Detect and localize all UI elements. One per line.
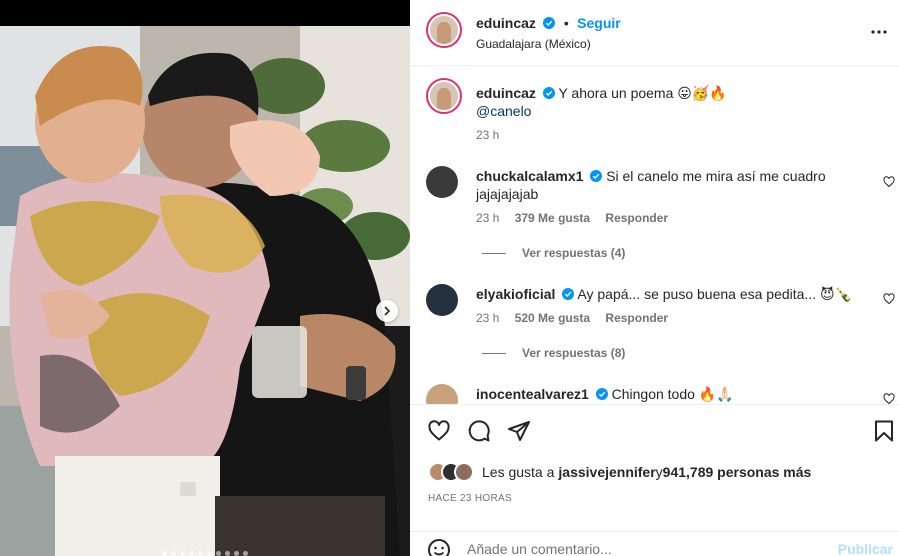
- replies-divider: [482, 252, 506, 254]
- reply-button[interactable]: Responder: [605, 211, 668, 225]
- post-timestamp[interactable]: HACE 23 HORAS: [428, 493, 512, 504]
- reply-button[interactable]: Responder: [605, 311, 668, 325]
- comments-list[interactable]: eduincaz Y ahora un poema 😛🥳🔥 @canelo 23…: [410, 66, 899, 404]
- post-location[interactable]: Guadalajara (México): [476, 37, 591, 51]
- liker-username[interactable]: jassivejennifer: [558, 464, 655, 480]
- carousel-dot: [216, 551, 221, 556]
- comment-input[interactable]: [467, 541, 827, 556]
- like-comment-heart-icon[interactable]: [883, 293, 895, 305]
- instagram-post-modal: eduincaz • Seguir Guadalajara (México) e…: [0, 0, 899, 556]
- comment-time[interactable]: 23 h: [476, 311, 499, 325]
- comment-time[interactable]: 23 h: [476, 211, 499, 225]
- comment-username[interactable]: chuckalcalamx1: [476, 168, 583, 184]
- more-options-icon[interactable]: [869, 22, 889, 42]
- verified-badge-icon: [595, 388, 608, 400]
- emoji-smiley-icon[interactable]: [427, 538, 451, 556]
- post-header: eduincaz • Seguir Guadalajara (México): [410, 0, 899, 66]
- liker-avatar[interactable]: [454, 462, 474, 482]
- likes-middle: y: [655, 464, 663, 480]
- author-username[interactable]: eduincaz: [476, 15, 536, 31]
- comment-likes[interactable]: 379 Me gusta: [515, 211, 590, 225]
- comment-text: Ay papá... se puso buena esa pedita... 😈…: [577, 286, 853, 302]
- caption-avatar[interactable]: [426, 78, 462, 114]
- replies-divider: [482, 352, 506, 354]
- carousel-dot: [243, 551, 248, 556]
- comment-avatar[interactable]: [426, 166, 458, 198]
- view-replies-button[interactable]: Ver respuestas (8): [482, 346, 625, 360]
- like-heart-icon[interactable]: [427, 419, 451, 443]
- view-replies-label: Ver respuestas (4): [522, 246, 626, 260]
- author-avatar[interactable]: [426, 12, 462, 48]
- carousel-dot: [189, 551, 194, 556]
- post-actions: Les gusta a jassivejennifer y 941,789 pe…: [410, 404, 899, 556]
- share-send-icon[interactable]: [507, 419, 531, 443]
- caption: eduincaz Y ahora un poema 😛🥳🔥: [476, 84, 876, 102]
- verified-badge-icon: [543, 17, 556, 29]
- carousel-indicator: [0, 551, 410, 556]
- comment-username[interactable]: inocentealvarez1: [476, 386, 589, 402]
- caption-time[interactable]: 23 h: [476, 128, 499, 142]
- add-comment-bar: Publicar: [410, 531, 899, 556]
- likes-prefix: Les gusta a: [482, 464, 555, 480]
- next-image-button[interactable]: [376, 300, 398, 322]
- save-bookmark-icon[interactable]: [872, 419, 896, 443]
- carousel-dot: [207, 551, 212, 556]
- likes-count[interactable]: 941,789 personas más: [663, 464, 812, 480]
- caption-username[interactable]: eduincaz: [476, 85, 536, 101]
- comment-meta: 23 h 379 Me gusta Responder: [476, 211, 668, 225]
- post-image[interactable]: [0, 26, 410, 556]
- publish-button[interactable]: Publicar: [838, 541, 893, 556]
- carousel-dot: [162, 551, 167, 556]
- verified-badge-icon: [590, 170, 603, 182]
- comment-likes[interactable]: 520 Me gusta: [515, 311, 590, 325]
- comment-avatar[interactable]: [426, 384, 458, 404]
- comment-avatar[interactable]: [426, 284, 458, 316]
- carousel-dot: [198, 551, 203, 556]
- caption-text: Y ahora un poema 😛🥳🔥: [558, 85, 727, 101]
- likes-summary: Les gusta a jassivejennifer y 941,789 pe…: [428, 462, 811, 482]
- post-sidebar: eduincaz • Seguir Guadalajara (México) e…: [410, 0, 899, 556]
- separator-dot: •: [563, 15, 569, 31]
- comment-text: Chingon todo 🔥🙏🏻: [611, 386, 734, 402]
- comment-item: elyakioficial Ay papá... se puso buena e…: [476, 285, 856, 303]
- carousel-dot: [180, 551, 185, 556]
- comment-meta: 23 h 520 Me gusta Responder: [476, 311, 668, 325]
- carousel-dot: [234, 551, 239, 556]
- photo-hug: [0, 26, 410, 556]
- comment-item: chuckalcalamx1 Si el canelo me mira así …: [476, 167, 836, 203]
- verified-badge-icon: [562, 288, 575, 300]
- verified-badge-icon: [542, 87, 555, 99]
- view-replies-label: Ver respuestas (8): [522, 346, 626, 360]
- comment-username[interactable]: elyakioficial: [476, 286, 555, 302]
- liker-avatars: [428, 462, 474, 482]
- carousel-dot: [225, 551, 230, 556]
- comment-item: inocentealvarez1 Chingon todo 🔥🙏🏻: [476, 385, 856, 403]
- chevron-right-icon: [384, 306, 391, 316]
- view-replies-button[interactable]: Ver respuestas (4): [482, 246, 625, 260]
- caption-mention[interactable]: @canelo: [476, 102, 531, 120]
- like-comment-heart-icon[interactable]: [883, 393, 895, 404]
- follow-button[interactable]: Seguir: [577, 15, 621, 31]
- carousel-dot: [171, 551, 176, 556]
- comment-bubble-icon[interactable]: [467, 419, 491, 443]
- like-comment-heart-icon[interactable]: [883, 176, 895, 188]
